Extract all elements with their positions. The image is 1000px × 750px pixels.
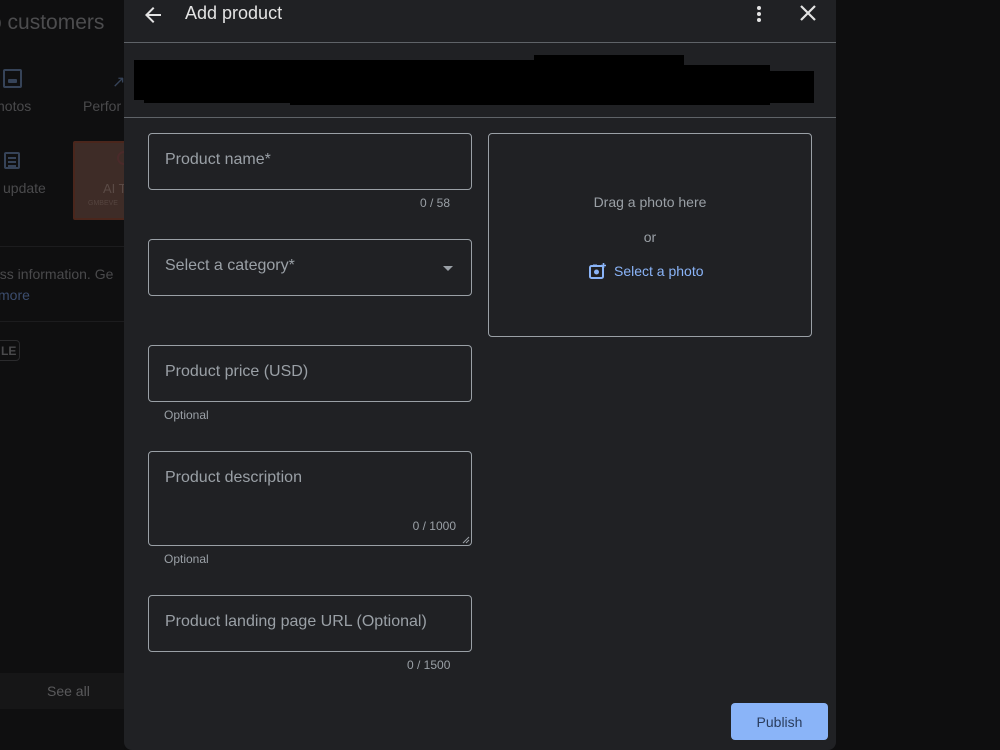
info-text: ess information. Ge [0, 266, 114, 282]
background-page-title: o customers [0, 11, 105, 34]
photo-dropzone[interactable]: Drag a photo here or Select a photo [488, 133, 812, 337]
dialog-title: Add product [185, 3, 283, 23]
select-photo-label: Select a photo [614, 263, 704, 279]
chevron-down-icon [443, 266, 453, 271]
product-price-helper: Optional [164, 408, 209, 422]
dialog-header: Add product [124, 0, 836, 42]
arrow-back-icon [145, 7, 161, 23]
redaction-block [684, 71, 814, 103]
or-text: or [643, 229, 657, 245]
product-description-placeholder: Product description [165, 469, 302, 486]
ai-card: AI T GMBEVE [73, 141, 124, 220]
drag-photo-text: Drag a photo here [593, 194, 707, 210]
photo-icon [3, 69, 22, 88]
backdrop-right [836, 0, 1000, 750]
ai-icon [117, 151, 124, 165]
close-icon [800, 5, 816, 21]
post-update-icon [4, 152, 20, 169]
see-all-link: See all [47, 683, 90, 699]
update-action-label: l update [0, 180, 46, 196]
learn-more-link: more [0, 287, 30, 303]
divider [0, 321, 124, 322]
divider [0, 246, 124, 247]
ai-card-label: AI T [103, 181, 124, 196]
close-button[interactable] [796, 3, 820, 25]
background-page: o customers hotos ↗ Perfor l update AI T… [0, 0, 124, 750]
product-description-helper: Optional [164, 552, 209, 566]
product-price-input[interactable]: Product price (USD) [148, 345, 472, 402]
section-divider [124, 117, 836, 118]
photos-action-label: hotos [0, 98, 32, 114]
publish-button[interactable]: Publish [731, 703, 828, 740]
product-description-counter: 0 / 1000 [412, 519, 456, 533]
select-photo-button[interactable]: Select a photo [589, 261, 704, 281]
performance-action-label: Perfor [83, 98, 122, 114]
add-photo-icon [589, 263, 606, 279]
landing-page-url-placeholder: Product landing page URL (Optional) [165, 613, 427, 630]
more-vert-icon [757, 6, 761, 22]
product-name-input[interactable]: Product name* [148, 133, 472, 190]
ai-card-sublabel: GMBEVE [88, 200, 118, 207]
product-price-placeholder: Product price (USD) [165, 363, 309, 380]
redacted-business-info [124, 43, 836, 117]
add-product-dialog: Add product Product name* 0 / 58 Select … [124, 0, 836, 750]
landing-page-url-input[interactable]: Product landing page URL (Optional) [148, 595, 472, 652]
more-options-button[interactable] [749, 3, 769, 25]
product-name-counter: 0 / 58 [420, 196, 451, 210]
performance-icon: ↗ [112, 74, 124, 91]
redaction-block [534, 55, 684, 75]
product-description-textarea[interactable]: Product description 0 / 1000 [148, 451, 472, 546]
chip: LE [0, 340, 20, 361]
product-name-placeholder: Product name* [165, 151, 271, 168]
category-select[interactable]: Select a category* [148, 239, 472, 296]
category-placeholder: Select a category* [165, 257, 295, 274]
back-button[interactable] [141, 3, 165, 27]
resize-handle-icon[interactable] [462, 536, 470, 544]
landing-page-url-counter: 0 / 1500 [407, 658, 451, 672]
